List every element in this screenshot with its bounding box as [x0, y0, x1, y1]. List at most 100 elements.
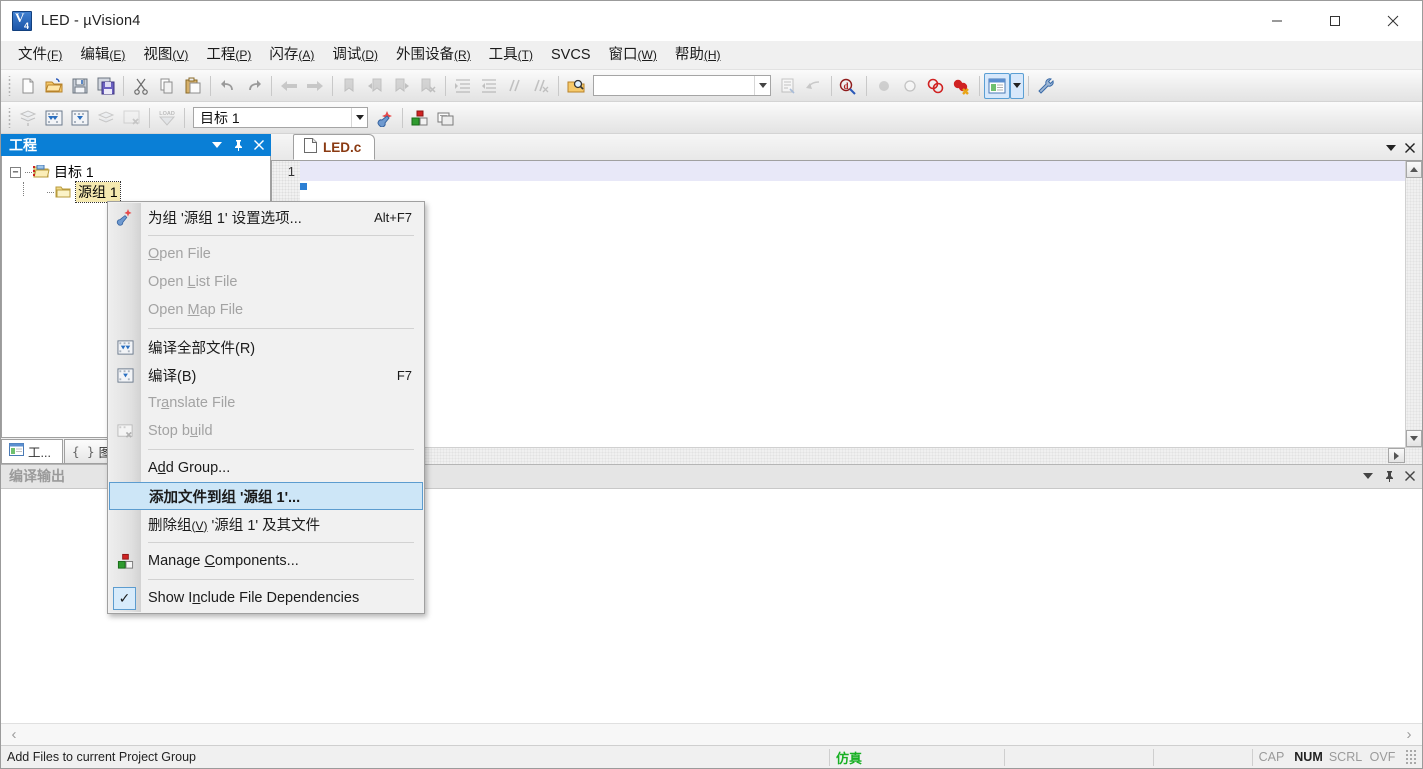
ctx-open-map-file[interactable]: Open Map File	[108, 296, 424, 324]
editor-horizontal-scrollbar[interactable]	[271, 446, 1422, 464]
comment-icon[interactable]	[502, 73, 528, 99]
ctx-add-files-to-group[interactable]: 添加文件到组 '源组 1'...	[109, 482, 423, 510]
save-all-icon[interactable]	[93, 73, 119, 99]
minimize-button[interactable]	[1248, 1, 1306, 41]
menu-help[interactable]: 帮助(H)	[666, 44, 730, 67]
tree-node-group[interactable]: 源组 1	[2, 181, 270, 203]
uncomment-icon[interactable]	[528, 73, 554, 99]
code-line-1	[300, 161, 1405, 181]
menu-flash[interactable]: 闪存(A)	[260, 44, 323, 67]
target-combo[interactable]: 目标 1	[193, 107, 368, 128]
menu-edit[interactable]: 编辑(E)	[71, 44, 134, 67]
bookmark-next-icon[interactable]	[389, 73, 415, 99]
target-options-icon[interactable]	[372, 105, 398, 131]
project-window-icon[interactable]	[984, 72, 1010, 99]
disable-breakpoint-icon[interactable]	[897, 73, 923, 99]
indent-icon[interactable]	[450, 73, 476, 99]
menu-peripheral[interactable]: 外围设备(R)	[387, 44, 480, 67]
resize-grip[interactable]	[1404, 750, 1418, 764]
menu-tools[interactable]: 工具(T)	[480, 44, 542, 67]
new-file-icon[interactable]	[15, 73, 41, 99]
menu-view[interactable]: 视图(V)	[134, 44, 197, 67]
download-icon[interactable]: LOAD	[154, 105, 180, 131]
build-output-close-button[interactable]	[1401, 467, 1419, 485]
bookmark-clear-icon[interactable]	[415, 73, 441, 99]
paste-icon[interactable]	[180, 73, 206, 99]
disable-all-breakpoints-icon[interactable]	[949, 73, 975, 99]
translate-icon[interactable]	[15, 105, 41, 131]
maximize-button[interactable]	[1306, 1, 1364, 41]
ctx-show-include-file-dependencies[interactable]: ✓ Show Include File Dependencies	[108, 584, 424, 612]
navigate-forward-icon[interactable]	[302, 73, 328, 99]
settings-wrench-icon[interactable]	[1033, 73, 1059, 99]
insert-breakpoint-icon[interactable]	[871, 73, 897, 99]
build-output-horizontal-scrollbar[interactable]: ‹ ›	[1, 723, 1422, 745]
ctx-open-map-file-mnemonic: M	[187, 302, 200, 318]
menu-window[interactable]: 窗口(W)	[600, 44, 666, 67]
project-panel-close-button[interactable]	[250, 136, 268, 154]
project-window-dropdown-icon[interactable]	[1010, 72, 1024, 99]
copy-icon[interactable]	[154, 73, 180, 99]
bookmark-prev-icon[interactable]	[363, 73, 389, 99]
menu-svcs[interactable]: SVCS	[542, 44, 600, 67]
ctx-rebuild-all-files[interactable]: 编译全部文件(R)	[108, 333, 424, 361]
navigate-back-icon[interactable]	[276, 73, 302, 99]
editor-tab-close-button[interactable]	[1401, 139, 1418, 157]
code-text-area[interactable]	[300, 161, 1405, 447]
ctx-remove-group[interactable]: 删除组(V) '源组 1' 及其文件	[108, 510, 424, 538]
build-output-menu-button[interactable]	[1359, 467, 1377, 485]
ctx-open-file[interactable]: Open File	[108, 240, 424, 268]
menu-project[interactable]: 工程(P)	[197, 44, 260, 67]
panel-tab-project[interactable]: 工...	[1, 438, 63, 463]
tree-expander-icon[interactable]: −	[10, 166, 21, 178]
find-in-files-icon[interactable]	[563, 73, 589, 99]
target-combo-arrow-icon[interactable]	[351, 108, 367, 127]
editor-vertical-scrollbar[interactable]	[1405, 161, 1422, 447]
configuration-wizard-icon[interactable]	[775, 73, 801, 99]
editor-tab-list-button[interactable]	[1382, 139, 1399, 157]
status-message: Add Files to current Project Group	[7, 750, 196, 764]
cut-icon[interactable]	[128, 73, 154, 99]
find-combo-arrow-icon[interactable]	[754, 76, 770, 95]
build-toolbar-grip[interactable]	[6, 107, 13, 128]
scroll-down-button[interactable]	[1406, 429, 1422, 447]
scroll-right-button[interactable]	[1388, 448, 1405, 463]
ctx-manage-components[interactable]: Manage Components...	[108, 547, 424, 575]
close-button[interactable]	[1364, 1, 1422, 41]
outdent-icon[interactable]	[476, 73, 502, 99]
debug-step-icon[interactable]	[801, 73, 827, 99]
code-editor[interactable]: 1	[271, 161, 1422, 447]
ctx-build[interactable]: 编译(B) F7	[108, 361, 424, 389]
manage-multiproject-icon[interactable]	[433, 105, 459, 131]
project-panel-pin-button[interactable]	[229, 136, 247, 154]
project-panel-menu-button[interactable]	[208, 136, 226, 154]
undo-icon[interactable]	[215, 73, 241, 99]
redo-icon[interactable]	[241, 73, 267, 99]
ctx-open-list-file[interactable]: Open List File	[108, 268, 424, 296]
build-icon[interactable]	[41, 105, 67, 131]
ctx-add-group[interactable]: Add Group...	[108, 454, 424, 482]
editor-tab-led-c[interactable]: LED.c	[293, 134, 376, 160]
build-output-scroll-left-icon[interactable]: ‹	[1, 726, 27, 743]
bookmark-toggle-icon[interactable]	[337, 73, 363, 99]
menu-debug[interactable]: 调试(D)	[323, 44, 387, 67]
batch-build-icon[interactable]	[93, 105, 119, 131]
kill-all-breakpoints-icon[interactable]	[923, 73, 949, 99]
menu-file[interactable]: 文件(F)	[9, 44, 71, 67]
rebuild-icon[interactable]	[67, 105, 93, 131]
build-output-scroll-right-icon[interactable]: ›	[1396, 726, 1422, 743]
manage-components-icon[interactable]	[407, 105, 433, 131]
open-file-icon[interactable]	[41, 73, 67, 99]
toolbar-grip[interactable]	[6, 75, 13, 96]
menu-bar: 文件(F) 编辑(E) 视图(V) 工程(P) 闪存(A) 调试(D) 外围设备…	[1, 41, 1422, 70]
build-output-pin-button[interactable]	[1380, 467, 1398, 485]
ctx-stop-build[interactable]: Stop build	[108, 417, 424, 445]
scroll-up-button[interactable]	[1406, 161, 1422, 178]
save-icon[interactable]	[67, 73, 93, 99]
find-combo[interactable]	[593, 75, 771, 96]
start-debug-icon[interactable]: d	[836, 73, 862, 99]
stop-build-icon[interactable]	[119, 105, 145, 131]
tree-node-target[interactable]: − 目标 1	[2, 162, 270, 182]
ctx-translate-file[interactable]: Translate File	[108, 389, 424, 417]
ctx-options-for-group[interactable]: 为组 '源组 1' 设置选项... Alt+F7	[108, 203, 424, 231]
